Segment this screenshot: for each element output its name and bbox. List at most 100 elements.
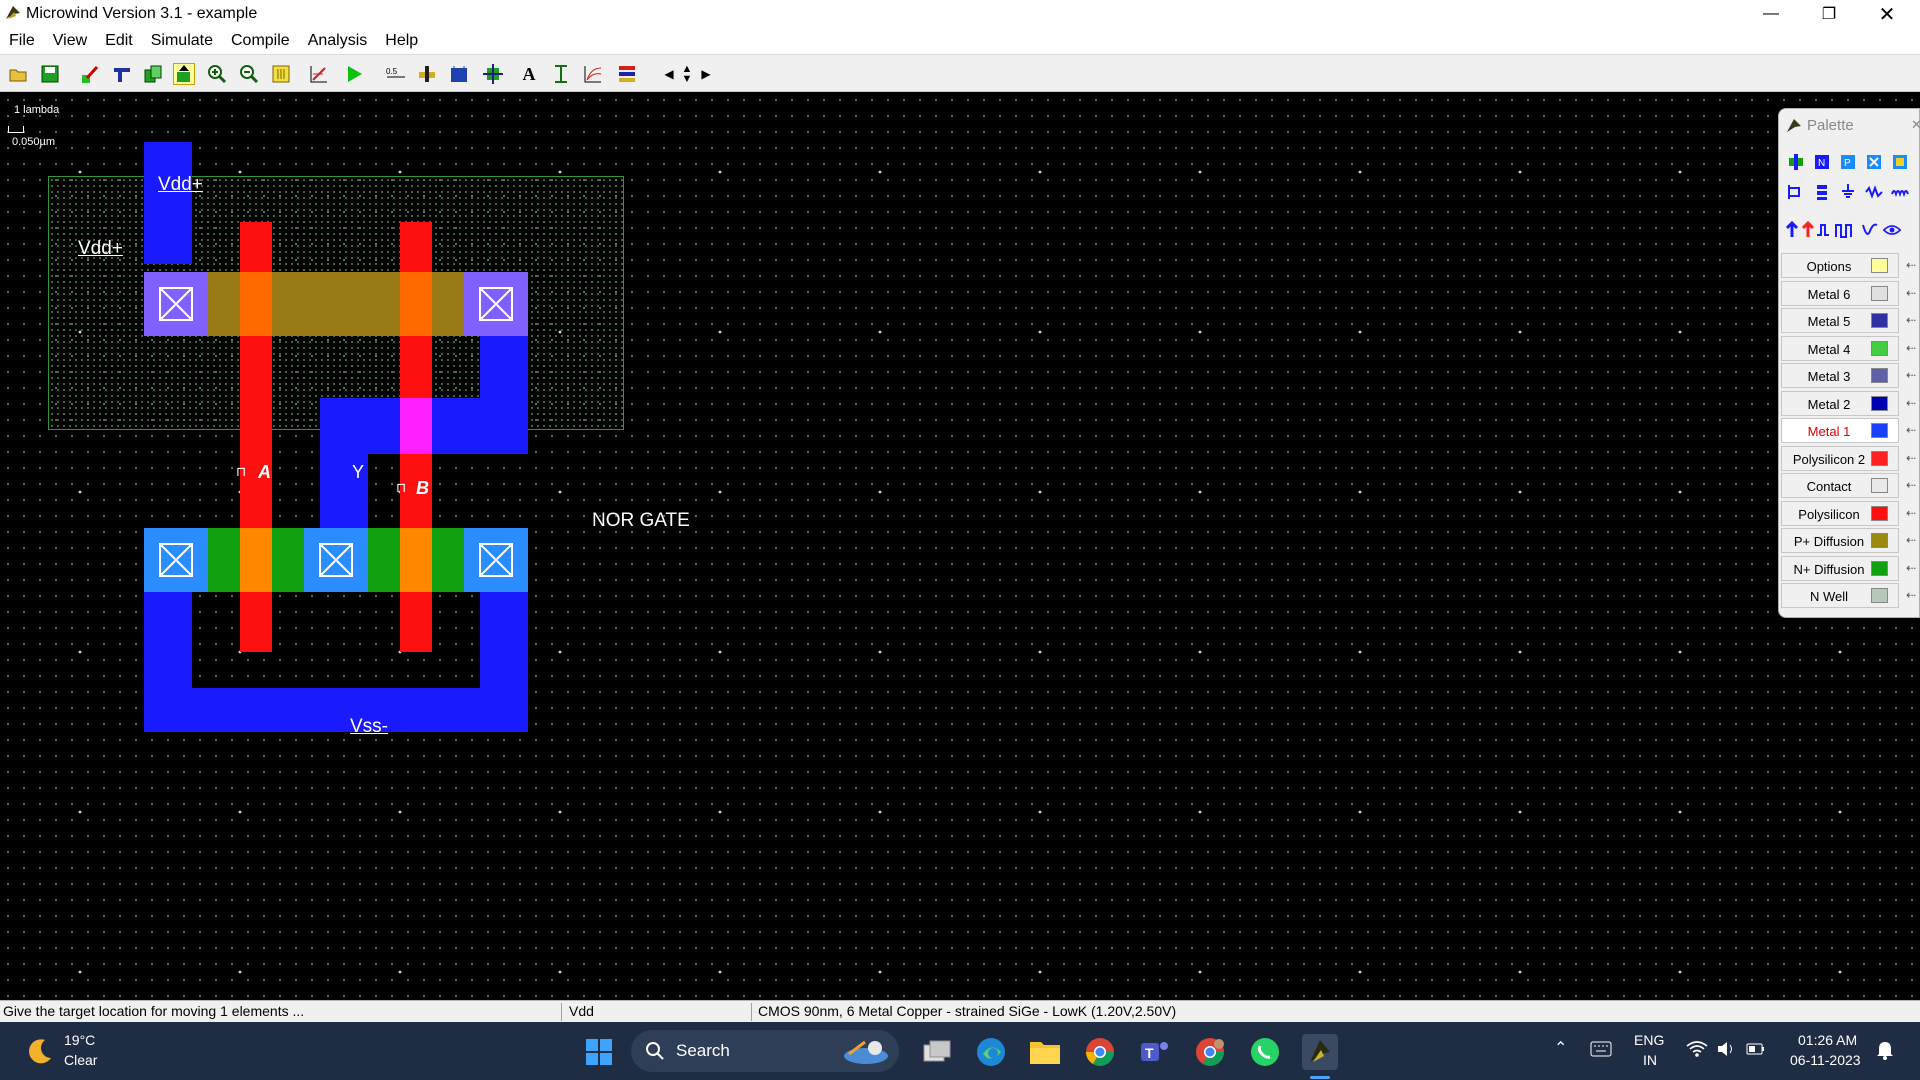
- label-input-b[interactable]: B: [416, 478, 429, 499]
- palette-layer-options[interactable]: Options ⇠: [1781, 253, 1916, 278]
- layout-canvas[interactable]: 1 lambda 0.050µm Vdd+ Vdd+ ⊓ A Y ⊓ B Vss…: [0, 92, 1920, 1000]
- contact-nmos-left[interactable]: [144, 528, 208, 592]
- palette-layer-metal-1[interactable]: Metal 1 ⇠: [1781, 418, 1916, 443]
- layer-visibility-arrow-icon[interactable]: ⇠: [1906, 561, 1916, 575]
- contact-nmos-middle[interactable]: [304, 528, 368, 592]
- vertical-aspect-button[interactable]: [550, 63, 572, 85]
- label-input-a[interactable]: A: [258, 462, 271, 483]
- palette-layer-metal-5[interactable]: Metal 5 ⇠: [1781, 308, 1916, 333]
- metal1-pmos-drain[interactable]: [480, 332, 528, 404]
- layer-visibility-arrow-icon[interactable]: ⇠: [1906, 451, 1916, 465]
- menu-analysis[interactable]: Analysis: [299, 32, 377, 50]
- close-button[interactable]: ✕: [1858, 0, 1916, 28]
- clock-time[interactable]: 01:26 AM: [1798, 1032, 1857, 1048]
- layer-visibility-arrow-icon[interactable]: ⇠: [1906, 588, 1916, 602]
- copy-button[interactable]: [142, 63, 164, 85]
- mos-generator-button[interactable]: [416, 63, 438, 85]
- ground-icon[interactable]: [1839, 183, 1857, 201]
- visible-node-icon[interactable]: [1883, 221, 1901, 239]
- pulse-source-icon[interactable]: [1835, 221, 1853, 239]
- start-button[interactable]: [581, 1034, 617, 1070]
- menu-edit[interactable]: Edit: [96, 32, 142, 50]
- palette-layer-n-well[interactable]: N Well ⇠: [1781, 583, 1916, 608]
- label-output-y[interactable]: Y: [352, 462, 364, 483]
- clock-date[interactable]: 06-11-2023: [1790, 1052, 1861, 1068]
- restore-button[interactable]: ❐: [1800, 0, 1858, 28]
- label-vdd-left[interactable]: Vdd+: [78, 238, 123, 260]
- contact-nmos-right[interactable]: [464, 528, 528, 592]
- chrome-profile-app[interactable]: [1192, 1034, 1228, 1070]
- sine-source-icon[interactable]: [1861, 221, 1879, 239]
- open-button[interactable]: [7, 63, 29, 85]
- palette-close-icon[interactable]: ✕: [1911, 117, 1920, 133]
- notification-bell-icon[interactable]: [1876, 1040, 1894, 1060]
- pmos-generator-icon[interactable]: P: [1839, 153, 1857, 171]
- diffusion-contact-icon[interactable]: [1787, 183, 1805, 201]
- show-hidden-icons[interactable]: ⌃: [1554, 1038, 1567, 1058]
- save-button[interactable]: [39, 63, 61, 85]
- layer-visibility-arrow-icon[interactable]: ⇠: [1906, 533, 1916, 547]
- contact-generator-icon[interactable]: [1865, 153, 1883, 171]
- menu-file[interactable]: File: [0, 32, 44, 50]
- via-generator-icon[interactable]: [1891, 153, 1909, 171]
- layer-visibility-arrow-icon[interactable]: ⇠: [1906, 423, 1916, 437]
- zoom-out-button[interactable]: [238, 63, 260, 85]
- layer-visibility-arrow-icon[interactable]: ⇠: [1906, 286, 1916, 300]
- wifi-icon[interactable]: [1686, 1040, 1708, 1058]
- zoom-in-button[interactable]: [206, 63, 228, 85]
- keyboard-icon[interactable]: [1590, 1041, 1612, 1057]
- contact-pmos-source[interactable]: [144, 272, 208, 336]
- ports-button[interactable]: [582, 63, 604, 85]
- layer-visibility-arrow-icon[interactable]: ⇠: [1906, 341, 1916, 355]
- 2d-view-button[interactable]: [308, 63, 330, 85]
- palette-layer-metal-6[interactable]: Metal 6 ⇠: [1781, 280, 1916, 306]
- layer-visibility-arrow-icon[interactable]: ⇠: [1906, 313, 1916, 327]
- palette-layer-p-diffusion[interactable]: P+ Diffusion ⇠: [1781, 528, 1916, 553]
- edge-app[interactable]: [973, 1034, 1009, 1070]
- move-button[interactable]: [173, 63, 195, 85]
- teams-app[interactable]: T: [1137, 1034, 1173, 1070]
- scroll-right-button[interactable]: ▶: [695, 63, 717, 85]
- minimize-button[interactable]: —: [1742, 0, 1800, 28]
- metal1-vss-rail[interactable]: [144, 688, 528, 732]
- palette-layer-polysilicon[interactable]: Polysilicon ⇠: [1781, 500, 1916, 526]
- weather-widget[interactable]: [22, 1033, 58, 1069]
- palette-layer-metal-2[interactable]: Metal 2 ⇠: [1781, 390, 1916, 416]
- metal1-vdd-strap[interactable]: [144, 142, 192, 264]
- layer-visibility-arrow-icon[interactable]: ⇠: [1906, 368, 1916, 382]
- menu-view[interactable]: View: [44, 32, 96, 50]
- label-vdd-top[interactable]: Vdd+: [158, 174, 203, 196]
- task-view-button[interactable]: [919, 1034, 955, 1070]
- palette-layer-contact[interactable]: Contact ⇠: [1781, 473, 1916, 498]
- chrome-app[interactable]: [1082, 1034, 1118, 1070]
- nmos-icon[interactable]: [1787, 153, 1805, 171]
- contact-pmos-drain[interactable]: [464, 272, 528, 336]
- menu-help[interactable]: Help: [376, 32, 427, 50]
- pmos-icon[interactable]: N: [1813, 153, 1831, 171]
- connect-button[interactable]: [111, 63, 133, 85]
- language-bottom[interactable]: IN: [1643, 1052, 1657, 1068]
- run-simulation-button[interactable]: [343, 63, 365, 85]
- cut-button[interactable]: [616, 63, 638, 85]
- layer-visibility-arrow-icon[interactable]: ⇠: [1906, 396, 1916, 410]
- layer-visibility-arrow-icon[interactable]: ⇠: [1906, 506, 1916, 520]
- process-button[interactable]: [482, 63, 504, 85]
- text-button[interactable]: A: [518, 63, 540, 85]
- measure-button[interactable]: 0.5: [385, 63, 407, 85]
- menu-simulate[interactable]: Simulate: [142, 32, 222, 50]
- view-all-button[interactable]: [270, 63, 292, 85]
- palette-layer-metal-4[interactable]: Metal 4 ⇠: [1781, 335, 1916, 361]
- layer-visibility-arrow-icon[interactable]: ⇠: [1906, 258, 1916, 272]
- 3d-view-button[interactable]: [448, 63, 470, 85]
- whatsapp-app[interactable]: [1247, 1034, 1283, 1070]
- capacitor-icon[interactable]: [1813, 183, 1831, 201]
- language-top[interactable]: ENG: [1634, 1032, 1664, 1048]
- palette-layer-n-diffusion[interactable]: N+ Diffusion ⇠: [1781, 555, 1916, 581]
- inductor-icon[interactable]: [1891, 183, 1909, 201]
- layer-visibility-arrow-icon[interactable]: ⇠: [1906, 478, 1916, 492]
- battery-icon[interactable]: [1746, 1042, 1766, 1056]
- clock-source-icon[interactable]: [1815, 221, 1833, 239]
- label-vss[interactable]: Vss-: [350, 716, 388, 738]
- palette-layer-polysilicon-2[interactable]: Polysilicon 2 ⇠: [1781, 445, 1916, 471]
- resistor-icon[interactable]: [1865, 183, 1883, 201]
